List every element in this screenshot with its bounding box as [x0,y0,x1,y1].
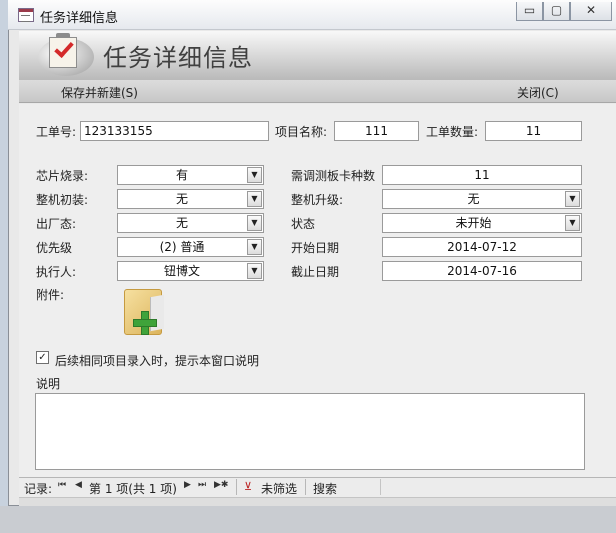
funnel-x-icon: ⊻ [244,480,253,493]
new-record-icon[interactable]: ▶✱ [214,480,228,490]
header-title: 任务详细信息 [103,44,253,72]
start-date-field[interactable]: 2014-07-12 [382,237,582,257]
close-window-button[interactable]: ✕ [570,2,612,21]
chevron-down-icon[interactable]: ▼ [247,263,262,279]
chip-burn-value: 有 [175,168,188,182]
record-position[interactable]: 第 1 项(共 1 项) [89,480,177,497]
due-date-field[interactable]: 2014-07-16 [382,261,582,281]
search-input-edge [380,479,381,495]
assignee-label: 执行人: [36,265,77,279]
status-label: 状态 [291,217,316,231]
project-name-label: 项目名称: [275,125,328,139]
filter-status-button[interactable]: 未筛选 [261,480,297,497]
chevron-down-icon[interactable]: ▼ [565,191,580,207]
chip-burn-label: 芯片烧录: [36,169,89,183]
chevron-down-icon[interactable]: ▼ [247,239,262,255]
horizontal-scrollbar[interactable] [19,497,616,506]
close-button[interactable]: 关闭(C) [517,84,559,101]
order-qty-field[interactable]: 11 [485,121,582,141]
initial-install-combo[interactable]: 无 ▼ [117,189,264,209]
form-icon [18,8,34,22]
chevron-down-icon[interactable]: ▼ [565,215,580,231]
first-record-icon[interactable]: ⏮ [58,480,66,490]
app-left-edge [0,0,8,533]
priority-combo[interactable]: (2) 普通 ▼ [117,237,264,257]
chevron-down-icon[interactable]: ▼ [247,191,262,207]
last-record-icon[interactable]: ⏭ [198,480,206,490]
initial-install-label: 整机初装: [36,193,89,207]
nav-separator [305,479,306,495]
record-label: 记录: [24,482,53,496]
remind-checkbox[interactable]: ✓ [36,351,49,364]
save-and-new-button[interactable]: 保存并新建(S) [61,84,138,101]
board-types-label: 需调测板卡种数 [291,169,376,183]
priority-label: 优先级 [36,241,73,255]
nav-separator [236,479,237,495]
attachment-label: 附件: [36,288,65,302]
chevron-down-icon[interactable]: ▼ [247,167,262,183]
work-order-field[interactable]: 123133155 [80,121,269,141]
upgrade-label: 整机升级: [291,193,344,207]
priority-value: (2) 普通 [159,240,205,254]
maximize-button[interactable]: ▢ [543,2,570,21]
board-types-field[interactable]: 11 [382,165,582,185]
assignee-value: 钮博文 [163,264,200,278]
description-textarea[interactable] [35,393,585,470]
plus-icon-center [142,320,148,326]
initial-install-value: 无 [175,192,188,206]
description-label: 说明 [36,377,61,391]
assignee-combo[interactable]: 钮博文 ▼ [117,261,264,281]
upgrade-value: 无 [467,192,480,206]
app-status-area [0,506,616,533]
project-name-field[interactable]: 111 [334,121,419,141]
start-date-label: 开始日期 [291,241,340,255]
search-input[interactable]: 搜索 [313,480,337,497]
order-qty-label: 工单数量: [426,125,479,139]
minimize-button[interactable]: ▭ [516,2,543,21]
window-title: 任务详细信息 [40,11,119,26]
work-order-label: 工单号: [36,125,77,139]
factory-state-label: 出厂态: [36,217,77,231]
status-value: 未开始 [455,216,492,230]
due-date-label: 截止日期 [291,265,340,279]
chip-burn-combo[interactable]: 有 ▼ [117,165,264,185]
prev-record-icon[interactable]: ◀ [75,480,82,490]
status-combo[interactable]: 未开始 ▼ [382,213,582,233]
chevron-down-icon[interactable]: ▼ [247,215,262,231]
upgrade-combo[interactable]: 无 ▼ [382,189,582,209]
remind-label: 后续相同项目录入时，提示本窗口说明 [55,354,260,368]
factory-state-value: 无 [175,216,188,230]
factory-state-combo[interactable]: 无 ▼ [117,213,264,233]
next-record-icon[interactable]: ▶ [184,480,191,490]
